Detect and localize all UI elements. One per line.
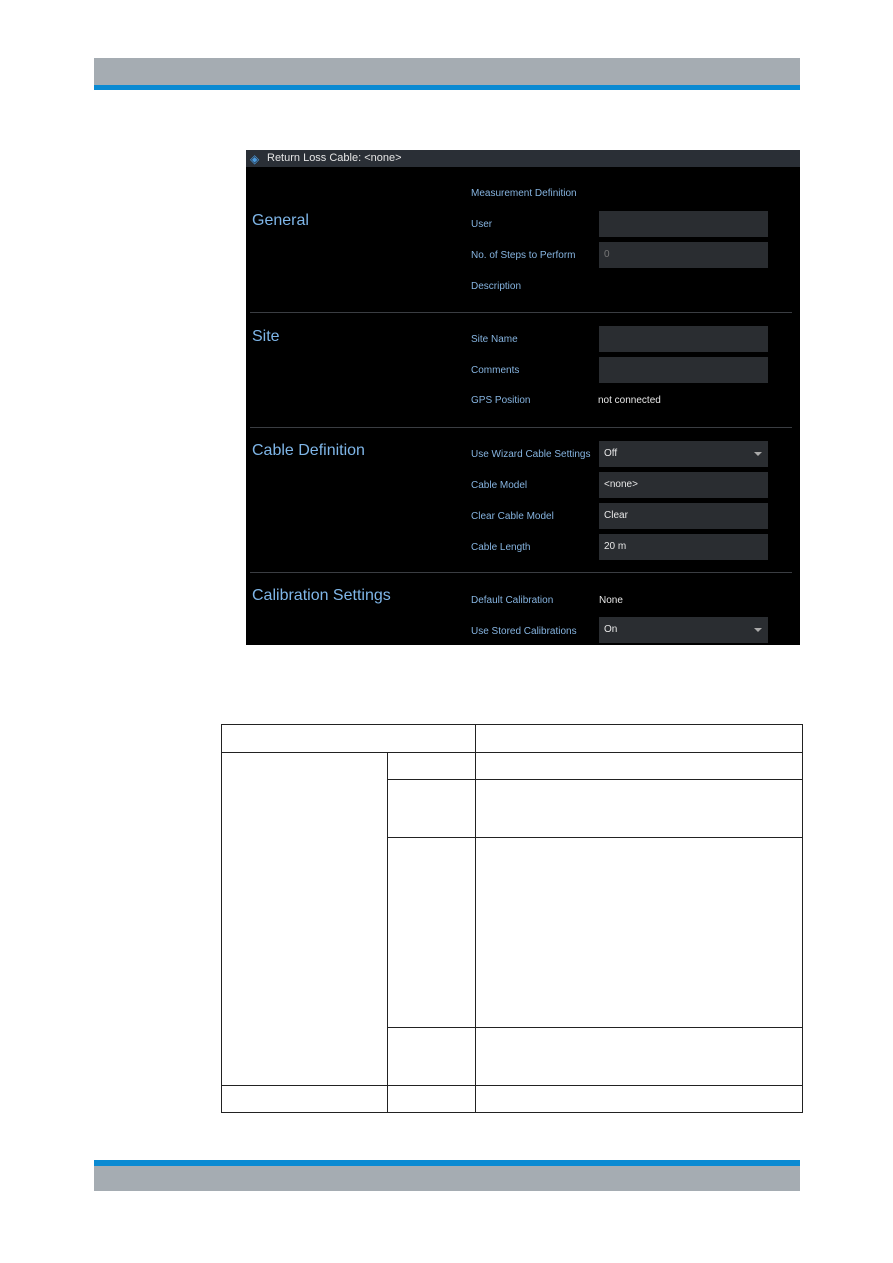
section-cable-title: Cable Definition bbox=[252, 442, 365, 459]
dropdown-arrow-icon bbox=[754, 452, 762, 456]
dropdown-arrow-icon bbox=[754, 628, 762, 632]
steps-input[interactable]: 0 bbox=[599, 242, 768, 268]
table-cell bbox=[221, 752, 388, 1086]
table-header-cell bbox=[475, 724, 803, 753]
stored-calibrations-dropdown[interactable]: On bbox=[599, 617, 768, 643]
site-name-label: Site Name bbox=[471, 334, 518, 345]
page-header-bar bbox=[94, 58, 800, 85]
table-cell bbox=[387, 837, 476, 1028]
wizard-cable-dropdown[interactable]: Off bbox=[599, 441, 768, 467]
page-header-stripe bbox=[94, 85, 800, 90]
description-label: Description bbox=[471, 281, 522, 292]
default-calibration-value: None bbox=[599, 595, 623, 606]
divider bbox=[250, 312, 792, 313]
steps-label: No. of Steps to Perform bbox=[471, 250, 576, 261]
wizard-cable-value: Off bbox=[604, 448, 618, 459]
measurement-definition-label: Measurement Definition bbox=[471, 188, 577, 199]
user-label: User bbox=[471, 219, 493, 230]
comments-label: Comments bbox=[471, 365, 520, 376]
table-cell bbox=[475, 752, 803, 780]
table-cell bbox=[475, 1027, 803, 1086]
table-cell bbox=[221, 1085, 388, 1113]
instrument-screenshot: ◈ Return Loss Cable: <none> General Meas… bbox=[246, 150, 800, 645]
table-cell bbox=[387, 1027, 476, 1086]
table-cell bbox=[475, 1085, 803, 1113]
gps-value: not connected bbox=[598, 395, 661, 406]
title-bar: ◈ Return Loss Cable: <none> bbox=[246, 150, 800, 167]
table-cell bbox=[387, 752, 476, 780]
table-cell bbox=[475, 779, 803, 838]
page-footer-bar bbox=[94, 1166, 800, 1191]
section-calibration-title: Calibration Settings bbox=[252, 587, 391, 604]
stored-calibrations-label: Use Stored Calibrations bbox=[471, 626, 577, 637]
divider bbox=[250, 427, 792, 428]
cable-model-field[interactable]: <none> bbox=[599, 472, 768, 498]
divider bbox=[250, 572, 792, 573]
window-title: Return Loss Cable: <none> bbox=[267, 152, 402, 164]
table-cell bbox=[387, 779, 476, 838]
cable-model-label: Cable Model bbox=[471, 480, 528, 491]
section-site-title: Site bbox=[252, 328, 280, 345]
clear-cable-label: Clear Cable Model bbox=[471, 511, 554, 522]
document-table bbox=[221, 724, 803, 1113]
section-general-title: General bbox=[252, 212, 309, 229]
stored-calibrations-value: On bbox=[604, 624, 618, 635]
default-calibration-label: Default Calibration bbox=[471, 595, 554, 606]
cable-length-label: Cable Length bbox=[471, 542, 531, 553]
wizard-cable-label: Use Wizard Cable Settings bbox=[471, 449, 591, 460]
site-name-input[interactable] bbox=[599, 326, 768, 352]
table-cell bbox=[475, 837, 803, 1028]
gps-label: GPS Position bbox=[471, 395, 531, 406]
user-input[interactable] bbox=[599, 211, 768, 237]
table-header-cell bbox=[221, 724, 476, 753]
comments-input[interactable] bbox=[599, 357, 768, 383]
cable-length-input[interactable]: 20 m bbox=[599, 534, 768, 560]
rs-logo-icon: ◈ bbox=[250, 151, 260, 166]
clear-cable-button[interactable]: Clear bbox=[599, 503, 768, 529]
table-cell bbox=[387, 1085, 476, 1113]
